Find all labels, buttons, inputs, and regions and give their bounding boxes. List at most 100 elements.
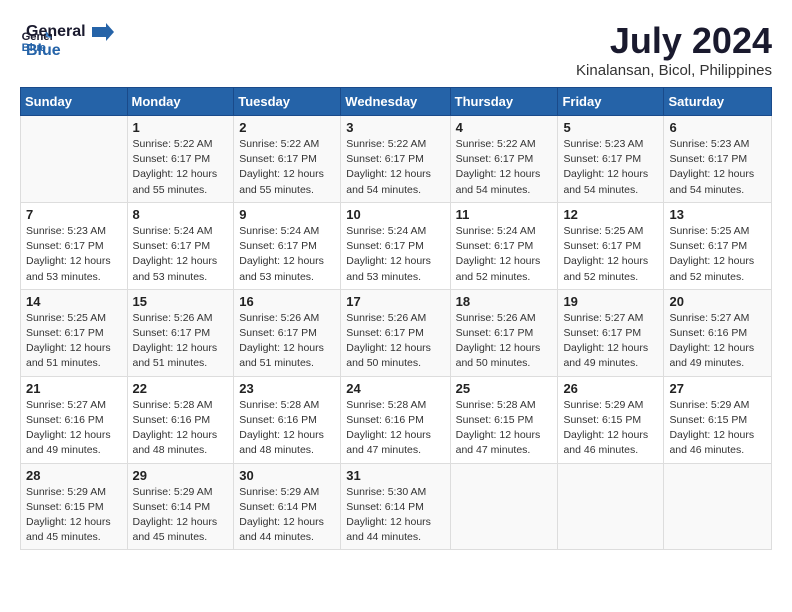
day-info: Sunrise: 5:22 AMSunset: 6:17 PMDaylight:… <box>133 137 229 198</box>
day-number: 19 <box>563 294 658 309</box>
day-info: Sunrise: 5:22 AMSunset: 6:17 PMDaylight:… <box>239 137 335 198</box>
day-info: Sunrise: 5:26 AMSunset: 6:17 PMDaylight:… <box>133 311 229 372</box>
day-info: Sunrise: 5:23 AMSunset: 6:17 PMDaylight:… <box>26 224 122 285</box>
calendar-cell: 6 Sunrise: 5:23 AMSunset: 6:17 PMDayligh… <box>664 116 772 203</box>
day-number: 29 <box>133 468 229 483</box>
calendar-cell: 4 Sunrise: 5:22 AMSunset: 6:17 PMDayligh… <box>450 116 558 203</box>
day-info: Sunrise: 5:26 AMSunset: 6:17 PMDaylight:… <box>456 311 553 372</box>
day-number: 5 <box>563 120 658 135</box>
day-info: Sunrise: 5:25 AMSunset: 6:17 PMDaylight:… <box>26 311 122 372</box>
calendar-cell: 3 Sunrise: 5:22 AMSunset: 6:17 PMDayligh… <box>341 116 450 203</box>
day-info: Sunrise: 5:24 AMSunset: 6:17 PMDaylight:… <box>456 224 553 285</box>
header-row: SundayMondayTuesdayWednesdayThursdayFrid… <box>21 88 772 116</box>
day-info: Sunrise: 5:26 AMSunset: 6:17 PMDaylight:… <box>239 311 335 372</box>
day-info: Sunrise: 5:28 AMSunset: 6:15 PMDaylight:… <box>456 398 553 459</box>
day-info: Sunrise: 5:24 AMSunset: 6:17 PMDaylight:… <box>346 224 444 285</box>
day-number: 7 <box>26 207 122 222</box>
calendar-cell: 21 Sunrise: 5:27 AMSunset: 6:16 PMDaylig… <box>21 376 128 463</box>
day-number: 16 <box>239 294 335 309</box>
header-day-friday: Friday <box>558 88 664 116</box>
day-number: 17 <box>346 294 444 309</box>
day-number: 1 <box>133 120 229 135</box>
day-number: 11 <box>456 207 553 222</box>
calendar-cell: 11 Sunrise: 5:24 AMSunset: 6:17 PMDaylig… <box>450 202 558 289</box>
calendar-cell: 24 Sunrise: 5:28 AMSunset: 6:16 PMDaylig… <box>341 376 450 463</box>
day-number: 13 <box>669 207 766 222</box>
week-row-3: 14 Sunrise: 5:25 AMSunset: 6:17 PMDaylig… <box>21 289 772 376</box>
calendar-cell: 17 Sunrise: 5:26 AMSunset: 6:17 PMDaylig… <box>341 289 450 376</box>
day-number: 3 <box>346 120 444 135</box>
day-number: 20 <box>669 294 766 309</box>
calendar-cell: 10 Sunrise: 5:24 AMSunset: 6:17 PMDaylig… <box>341 202 450 289</box>
week-row-4: 21 Sunrise: 5:27 AMSunset: 6:16 PMDaylig… <box>21 376 772 463</box>
calendar-cell: 20 Sunrise: 5:27 AMSunset: 6:16 PMDaylig… <box>664 289 772 376</box>
header-day-saturday: Saturday <box>664 88 772 116</box>
day-info: Sunrise: 5:30 AMSunset: 6:14 PMDaylight:… <box>346 485 444 546</box>
calendar-cell: 12 Sunrise: 5:25 AMSunset: 6:17 PMDaylig… <box>558 202 664 289</box>
logo-arrow-icon <box>92 23 114 41</box>
month-year-title: July 2024 <box>576 20 772 62</box>
day-info: Sunrise: 5:24 AMSunset: 6:17 PMDaylight:… <box>239 224 335 285</box>
header-day-thursday: Thursday <box>450 88 558 116</box>
day-info: Sunrise: 5:22 AMSunset: 6:17 PMDaylight:… <box>346 137 444 198</box>
day-number: 12 <box>563 207 658 222</box>
day-number: 26 <box>563 381 658 396</box>
day-number: 27 <box>669 381 766 396</box>
header-day-tuesday: Tuesday <box>234 88 341 116</box>
day-info: Sunrise: 5:27 AMSunset: 6:17 PMDaylight:… <box>563 311 658 372</box>
calendar-cell <box>558 463 664 550</box>
page-header: General Blue General Blue July 2024 Kina… <box>20 20 772 79</box>
calendar-cell <box>664 463 772 550</box>
day-info: Sunrise: 5:29 AMSunset: 6:15 PMDaylight:… <box>26 485 122 546</box>
location-subtitle: Kinalansan, Bicol, Philippines <box>576 62 772 79</box>
calendar-cell <box>21 116 128 203</box>
logo: General Blue General Blue <box>20 20 114 60</box>
day-number: 2 <box>239 120 335 135</box>
day-info: Sunrise: 5:28 AMSunset: 6:16 PMDaylight:… <box>239 398 335 459</box>
day-number: 30 <box>239 468 335 483</box>
week-row-2: 7 Sunrise: 5:23 AMSunset: 6:17 PMDayligh… <box>21 202 772 289</box>
day-info: Sunrise: 5:29 AMSunset: 6:14 PMDaylight:… <box>133 485 229 546</box>
calendar-cell: 22 Sunrise: 5:28 AMSunset: 6:16 PMDaylig… <box>127 376 234 463</box>
calendar-cell: 27 Sunrise: 5:29 AMSunset: 6:15 PMDaylig… <box>664 376 772 463</box>
day-number: 18 <box>456 294 553 309</box>
day-number: 4 <box>456 120 553 135</box>
day-number: 21 <box>26 381 122 396</box>
calendar-cell: 31 Sunrise: 5:30 AMSunset: 6:14 PMDaylig… <box>341 463 450 550</box>
day-number: 24 <box>346 381 444 396</box>
calendar-cell: 1 Sunrise: 5:22 AMSunset: 6:17 PMDayligh… <box>127 116 234 203</box>
calendar-cell: 14 Sunrise: 5:25 AMSunset: 6:17 PMDaylig… <box>21 289 128 376</box>
day-info: Sunrise: 5:29 AMSunset: 6:15 PMDaylight:… <box>669 398 766 459</box>
calendar-cell <box>450 463 558 550</box>
logo-line2: Blue <box>26 41 114 60</box>
day-info: Sunrise: 5:27 AMSunset: 6:16 PMDaylight:… <box>669 311 766 372</box>
day-number: 8 <box>133 207 229 222</box>
calendar-cell: 9 Sunrise: 5:24 AMSunset: 6:17 PMDayligh… <box>234 202 341 289</box>
calendar-cell: 16 Sunrise: 5:26 AMSunset: 6:17 PMDaylig… <box>234 289 341 376</box>
day-number: 23 <box>239 381 335 396</box>
day-info: Sunrise: 5:23 AMSunset: 6:17 PMDaylight:… <box>563 137 658 198</box>
day-info: Sunrise: 5:22 AMSunset: 6:17 PMDaylight:… <box>456 137 553 198</box>
calendar-cell: 2 Sunrise: 5:22 AMSunset: 6:17 PMDayligh… <box>234 116 341 203</box>
header-day-monday: Monday <box>127 88 234 116</box>
day-info: Sunrise: 5:28 AMSunset: 6:16 PMDaylight:… <box>133 398 229 459</box>
logo-line1: General <box>26 22 114 41</box>
day-number: 15 <box>133 294 229 309</box>
day-info: Sunrise: 5:26 AMSunset: 6:17 PMDaylight:… <box>346 311 444 372</box>
day-number: 25 <box>456 381 553 396</box>
day-info: Sunrise: 5:27 AMSunset: 6:16 PMDaylight:… <box>26 398 122 459</box>
day-info: Sunrise: 5:29 AMSunset: 6:14 PMDaylight:… <box>239 485 335 546</box>
calendar-table: SundayMondayTuesdayWednesdayThursdayFrid… <box>20 87 772 550</box>
calendar-cell: 8 Sunrise: 5:24 AMSunset: 6:17 PMDayligh… <box>127 202 234 289</box>
calendar-cell: 19 Sunrise: 5:27 AMSunset: 6:17 PMDaylig… <box>558 289 664 376</box>
week-row-5: 28 Sunrise: 5:29 AMSunset: 6:15 PMDaylig… <box>21 463 772 550</box>
day-info: Sunrise: 5:23 AMSunset: 6:17 PMDaylight:… <box>669 137 766 198</box>
calendar-cell: 29 Sunrise: 5:29 AMSunset: 6:14 PMDaylig… <box>127 463 234 550</box>
day-number: 14 <box>26 294 122 309</box>
calendar-cell: 23 Sunrise: 5:28 AMSunset: 6:16 PMDaylig… <box>234 376 341 463</box>
day-info: Sunrise: 5:25 AMSunset: 6:17 PMDaylight:… <box>669 224 766 285</box>
calendar-cell: 13 Sunrise: 5:25 AMSunset: 6:17 PMDaylig… <box>664 202 772 289</box>
day-info: Sunrise: 5:28 AMSunset: 6:16 PMDaylight:… <box>346 398 444 459</box>
day-info: Sunrise: 5:29 AMSunset: 6:15 PMDaylight:… <box>563 398 658 459</box>
calendar-cell: 30 Sunrise: 5:29 AMSunset: 6:14 PMDaylig… <box>234 463 341 550</box>
